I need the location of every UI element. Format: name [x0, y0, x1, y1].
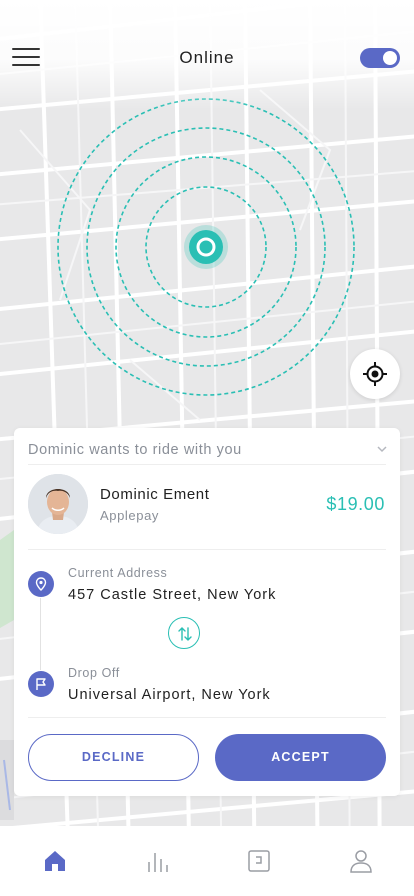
current-location-marker: [184, 225, 228, 269]
location-pin-icon: [35, 577, 47, 591]
chevron-down-icon[interactable]: [376, 444, 388, 454]
fare-amount: $19.00: [326, 494, 385, 514]
tab-home[interactable]: [3, 826, 106, 896]
dropoff-address: Universal Airport, New York: [68, 687, 271, 703]
rider-avatar: [28, 474, 88, 534]
tab-profile[interactable]: [309, 826, 412, 896]
crosshair-icon: [363, 362, 387, 386]
home-icon: [45, 851, 65, 871]
recenter-location-button[interactable]: [350, 349, 400, 399]
tab-stats[interactable]: [105, 826, 208, 896]
online-toggle[interactable]: [360, 48, 400, 68]
profile-icon: [350, 850, 372, 873]
bar-chart-icon: [148, 853, 168, 872]
divider: [28, 549, 386, 550]
top-bar: Online: [0, 0, 414, 110]
wallet-icon: [248, 850, 270, 872]
route-connector-line: [40, 598, 41, 670]
payment-method: Applepay: [100, 508, 160, 523]
ride-request-heading: Dominic wants to ride with you: [28, 442, 242, 458]
pickup-address: 457 Castle Street, New York: [68, 587, 277, 603]
tab-wallet[interactable]: [207, 826, 310, 896]
dropoff-pin: [28, 671, 54, 697]
accept-button[interactable]: ACCEPT: [215, 734, 386, 781]
flag-icon: [36, 678, 46, 690]
bottom-tab-bar: [0, 826, 414, 896]
ride-request-card: Dominic wants to ride with you Dominic E…: [14, 428, 400, 796]
divider: [28, 717, 386, 718]
page-title: Online: [179, 48, 235, 67]
pickup-label: Current Address: [68, 566, 168, 580]
pickup-pin: [28, 571, 54, 597]
divider: [28, 464, 386, 465]
decline-button[interactable]: DECLINE: [28, 734, 199, 781]
rider-name: Dominic Ement: [100, 486, 210, 503]
swap-addresses-button[interactable]: [168, 617, 200, 649]
toggle-knob: [383, 51, 397, 65]
swap-icon: [178, 627, 192, 641]
dropoff-label: Drop Off: [68, 666, 120, 680]
